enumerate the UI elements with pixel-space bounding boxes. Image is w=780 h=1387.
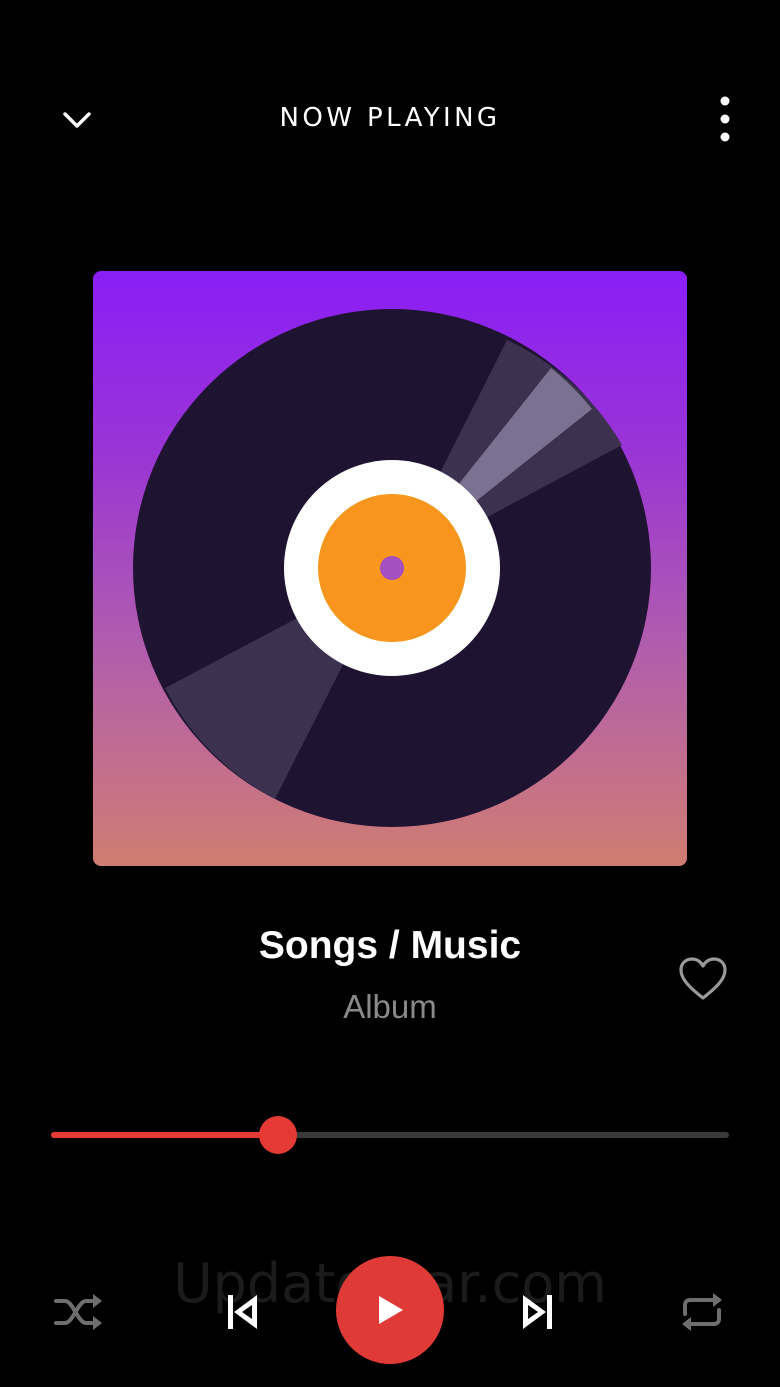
skip-previous-icon <box>228 1295 257 1329</box>
skip-next-icon <box>523 1295 552 1329</box>
album-name: Album <box>343 988 437 1025</box>
play-icon <box>379 1296 403 1324</box>
seek-bar[interactable] <box>51 1115 729 1155</box>
album-artwork <box>93 271 687 866</box>
favorite-button[interactable] <box>674 950 732 1008</box>
play-button[interactable] <box>336 1256 444 1364</box>
shuffle-button[interactable] <box>50 1284 106 1340</box>
previous-button[interactable] <box>218 1284 266 1340</box>
more-options-button[interactable] <box>700 92 750 148</box>
seek-thumb[interactable] <box>259 1116 297 1154</box>
more-vertical-icon <box>720 96 730 142</box>
seek-progress-fill <box>51 1132 278 1138</box>
now-playing-screen: NOW PLAYING Songs / Music Album <box>0 0 780 1387</box>
vinyl-record-icon <box>133 309 651 827</box>
track-title: Songs / Music <box>258 924 522 967</box>
heart-outline-icon <box>679 957 727 1000</box>
repeat-button[interactable] <box>674 1284 730 1340</box>
next-button[interactable] <box>514 1284 562 1340</box>
shuffle-icon <box>54 1294 102 1330</box>
page-title: NOW PLAYING <box>279 103 501 133</box>
repeat-icon <box>682 1293 722 1331</box>
